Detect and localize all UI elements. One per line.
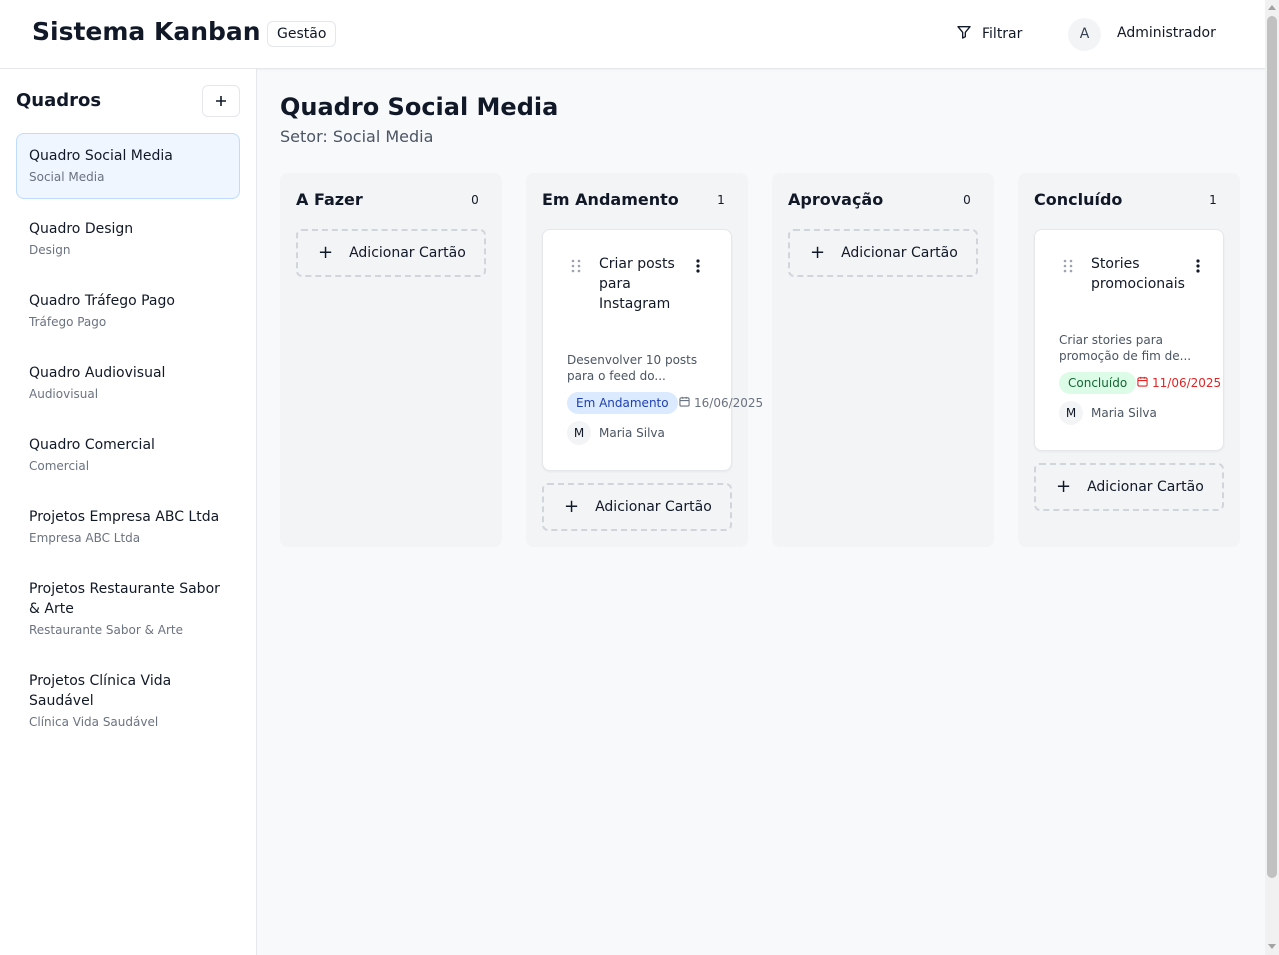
column-aprovacao: Aprovação 0 + Adicionar Cartão	[772, 173, 994, 547]
column-count: 0	[963, 193, 971, 207]
column-a-fazer: A Fazer 0 + Adicionar Cartão	[280, 173, 502, 547]
drag-handle-icon[interactable]	[1063, 258, 1073, 277]
user-avatar[interactable]: A	[1068, 18, 1101, 51]
role-badge: Gestão	[267, 21, 337, 47]
page-title: Quadro Social Media	[280, 93, 559, 121]
calendar-icon	[1137, 376, 1148, 390]
filter-button[interactable]: Filtrar	[944, 18, 1034, 50]
assignee-avatar: M	[567, 421, 591, 445]
board-name: Projetos Restaurante Sabor & Arte	[29, 581, 220, 617]
drag-handle-icon[interactable]	[571, 258, 581, 277]
sidebar-item-audiovisual[interactable]: Quadro Audiovisual Audiovisual	[16, 362, 240, 403]
sidebar-item-comercial[interactable]: Quadro Comercial Comercial	[16, 434, 240, 475]
column-title: Aprovação	[788, 190, 884, 209]
filter-label: Filtrar	[982, 26, 1023, 42]
board-sector: Audiovisual	[29, 387, 99, 401]
board-sector: Social Media	[29, 170, 105, 184]
app-title: Sistema Kanban	[32, 17, 261, 46]
column-concluido: Concluído 1 Stories promocionais Criar s…	[1018, 173, 1240, 547]
page-scrollbar[interactable]	[1265, 0, 1279, 955]
board-name: Projetos Empresa ABC Ltda	[29, 509, 220, 525]
sidebar-item-social-media[interactable]: Quadro Social Media Social Media	[16, 133, 240, 199]
column-count: 0	[471, 193, 479, 207]
sidebar-title: Quadros	[16, 90, 102, 111]
column-em-andamento: Em Andamento 1 Criar posts para Instagra…	[526, 173, 763, 547]
board-name: Quadro Comercial	[29, 437, 155, 453]
sidebar-item-design[interactable]: Quadro Design Design	[16, 218, 240, 259]
card-title: Criar posts para Instagram	[599, 256, 675, 312]
due-date: 11/06/2025	[1137, 376, 1221, 390]
sidebar-item-trafego-pago[interactable]: Quadro Tráfego Pago Tráfego Pago	[16, 290, 240, 331]
add-card-label: Adicionar Cartão	[1087, 479, 1204, 495]
plus-icon: +	[810, 242, 826, 263]
board-sector: Clínica Vida Saudável	[29, 715, 159, 729]
board-name: Quadro Tráfego Pago	[29, 293, 175, 309]
board-sector: Empresa ABC Ltda	[29, 531, 141, 545]
sidebar-item-restaurante[interactable]: Projetos Restaurante Sabor & Arte Restau…	[16, 578, 240, 639]
column-title: A Fazer	[296, 190, 363, 209]
card-description: Desenvolver 10 posts para o feed do...	[567, 353, 698, 383]
boards-sidebar: Quadros Quadro Social Media Social Media…	[0, 69, 257, 955]
add-card-label: Adicionar Cartão	[841, 245, 958, 261]
status-badge: Concluído	[1059, 372, 1137, 394]
sidebar-item-empresa-abc[interactable]: Projetos Empresa ABC Ltda Empresa ABC Lt…	[16, 506, 240, 547]
column-count: 1	[717, 193, 725, 207]
board-sector: Design	[29, 243, 71, 257]
scroll-down-arrow-icon[interactable]	[1268, 944, 1276, 949]
plus-icon: +	[1056, 476, 1072, 497]
kanban-card[interactable]: Stories promocionais Criar stories para …	[1034, 229, 1224, 451]
kanban-card[interactable]: Criar posts para Instagram Desenvolver 1…	[542, 229, 763, 471]
status-badge: Em Andamento	[567, 392, 678, 414]
add-card-button[interactable]: + Adicionar Cartão	[788, 229, 978, 277]
board-name: Quadro Social Media	[29, 148, 173, 164]
add-card-label: Adicionar Cartão	[349, 245, 466, 261]
scrollbar-thumb[interactable]	[1267, 16, 1277, 878]
add-card-button[interactable]: + Adicionar Cartão	[542, 483, 732, 531]
page-subtitle: Setor: Social Media	[280, 127, 434, 146]
board-name: Quadro Audiovisual	[29, 365, 166, 381]
column-title: Em Andamento	[542, 190, 679, 209]
user-name[interactable]: Administrador	[1117, 25, 1216, 41]
due-date: 16/06/2025	[679, 396, 763, 410]
board-sector: Tráfego Pago	[29, 315, 107, 329]
add-card-label: Adicionar Cartão	[595, 499, 712, 515]
calendar-icon	[679, 396, 690, 410]
plus-icon: +	[318, 242, 334, 263]
sidebar-item-clinica[interactable]: Projetos Clínica Vida Saudável Clínica V…	[16, 670, 240, 731]
board-sector: Comercial	[29, 459, 90, 473]
plus-icon	[215, 92, 227, 111]
card-title: Stories promocionais	[1091, 256, 1185, 292]
add-card-button[interactable]: + Adicionar Cartão	[1034, 463, 1224, 511]
scroll-up-arrow-icon[interactable]	[1268, 5, 1276, 10]
column-count: 1	[1209, 193, 1217, 207]
add-board-button[interactable]	[202, 85, 240, 117]
assignee-name: Maria Silva	[599, 426, 665, 440]
due-date-text: 11/06/2025	[1152, 376, 1222, 390]
assignee-name: Maria Silva	[1091, 406, 1157, 420]
card-description: Criar stories para promoção de fim de...	[1059, 333, 1192, 363]
board-sector: Restaurante Sabor & Arte	[29, 623, 183, 637]
more-vertical-icon[interactable]	[693, 258, 703, 274]
add-card-button[interactable]: + Adicionar Cartão	[296, 229, 486, 277]
assignee-avatar: M	[1059, 401, 1083, 425]
board-name: Quadro Design	[29, 221, 134, 237]
more-vertical-icon[interactable]	[1193, 258, 1203, 274]
filter-icon	[956, 24, 972, 44]
plus-icon: +	[564, 496, 580, 517]
board-name: Projetos Clínica Vida Saudável	[29, 673, 172, 709]
top-header: Sistema Kanban Gestão Filtrar A Administ…	[0, 0, 1265, 69]
column-title: Concluído	[1034, 190, 1123, 209]
due-date-text: 16/06/2025	[694, 396, 764, 410]
